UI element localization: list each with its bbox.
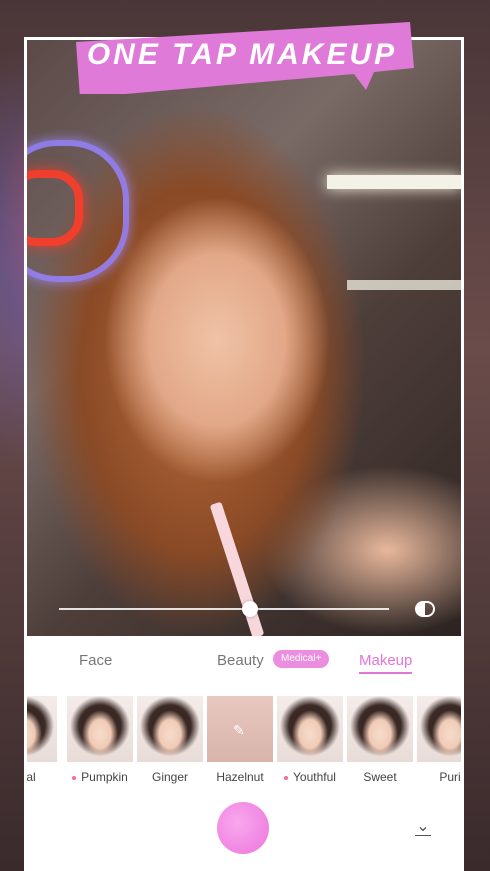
new-dot: [284, 775, 289, 780]
look-label-text: tural: [27, 770, 36, 784]
look-label: Pumpkin: [67, 770, 133, 784]
compare-icon[interactable]: [415, 601, 435, 617]
banner-text: ONE TAP MAKEUP: [86, 38, 398, 71]
look-thumbnail[interactable]: [417, 696, 461, 762]
shutter-button[interactable]: [217, 802, 269, 854]
look-thumbnail[interactable]: [137, 696, 203, 762]
medical-badge: Medical+: [273, 650, 330, 668]
look-label: Sweet: [347, 770, 413, 784]
look-label: Puri: [417, 770, 461, 784]
look-label: Ginger: [137, 770, 203, 784]
look-item[interactable]: Pumpkin: [67, 696, 133, 784]
chevron-down-icon[interactable]: ⌄: [415, 819, 431, 836]
look-item[interactable]: Ginger: [137, 696, 203, 784]
feature-tabs: Face Beauty Medical+ Makeup: [27, 636, 461, 688]
look-item[interactable]: Youthful: [277, 696, 343, 784]
makeup-looks-strip: tural Pumpkin Ginger ✎ Hazelnut Youthful Sweet…: [27, 696, 461, 792]
drink-straw: [209, 501, 265, 639]
look-label-text: Hazelnut: [216, 770, 264, 784]
look-item[interactable]: ✎ Hazelnut: [207, 696, 273, 784]
intensity-slider[interactable]: [59, 601, 389, 617]
tab-makeup[interactable]: Makeup: [359, 652, 413, 674]
new-dot: [72, 775, 77, 780]
promo-banner: ONE TAP MAKEUP: [70, 20, 414, 98]
look-thumbnail[interactable]: [67, 696, 133, 762]
tab-face[interactable]: Face: [79, 652, 112, 669]
look-thumbnail[interactable]: ✎: [207, 696, 273, 762]
look-thumbnail[interactable]: [347, 696, 413, 762]
look-thumbnail[interactable]: [27, 696, 57, 762]
look-item[interactable]: Sweet: [347, 696, 413, 784]
look-label-text: Sweet: [363, 770, 397, 784]
portrait-photo: [27, 40, 461, 639]
ceiling-light-2: [347, 280, 461, 290]
pencil-icon[interactable]: ✎: [233, 722, 245, 739]
look-label-text: Ginger: [151, 770, 189, 784]
tab-beauty[interactable]: Beauty: [217, 652, 264, 669]
look-label: Hazelnut: [207, 770, 273, 784]
look-label-text: Youthful: [293, 770, 336, 784]
look-thumbnail[interactable]: [277, 696, 343, 762]
look-label-text: Puri: [439, 770, 461, 784]
look-label: Youthful: [277, 770, 343, 784]
look-label: tural: [27, 770, 57, 784]
neon-sign-red: [27, 170, 83, 246]
look-label-text: Pumpkin: [81, 770, 128, 784]
camera-screen: Face Beauty Medical+ Makeup tural Pumpkin…: [27, 40, 461, 871]
look-item[interactable]: Puri: [417, 696, 461, 784]
look-item[interactable]: tural: [27, 696, 57, 784]
ceiling-light: [327, 175, 461, 189]
